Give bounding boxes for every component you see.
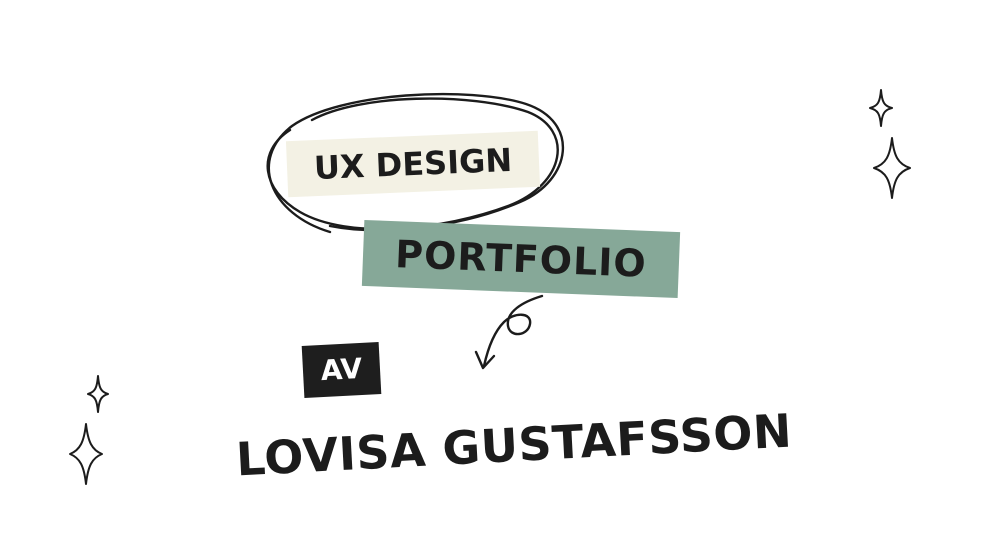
by-label: AV — [319, 351, 364, 388]
sparkle-icon — [873, 137, 911, 199]
sparkle-icon — [869, 89, 893, 127]
title-line-portfolio: PORTFOLIO — [394, 232, 648, 286]
sparkle-icon — [87, 375, 109, 413]
slide-canvas: UX DESIGN PORTFOLIO AV LOVISA GUSTAFSSON — [0, 0, 992, 558]
title-line-ux-design: UX DESIGN — [313, 140, 513, 188]
author-name: LOVISA GUSTAFSSON — [234, 403, 794, 487]
curly-arrow-icon — [474, 294, 544, 370]
sparkle-icon — [69, 423, 103, 485]
